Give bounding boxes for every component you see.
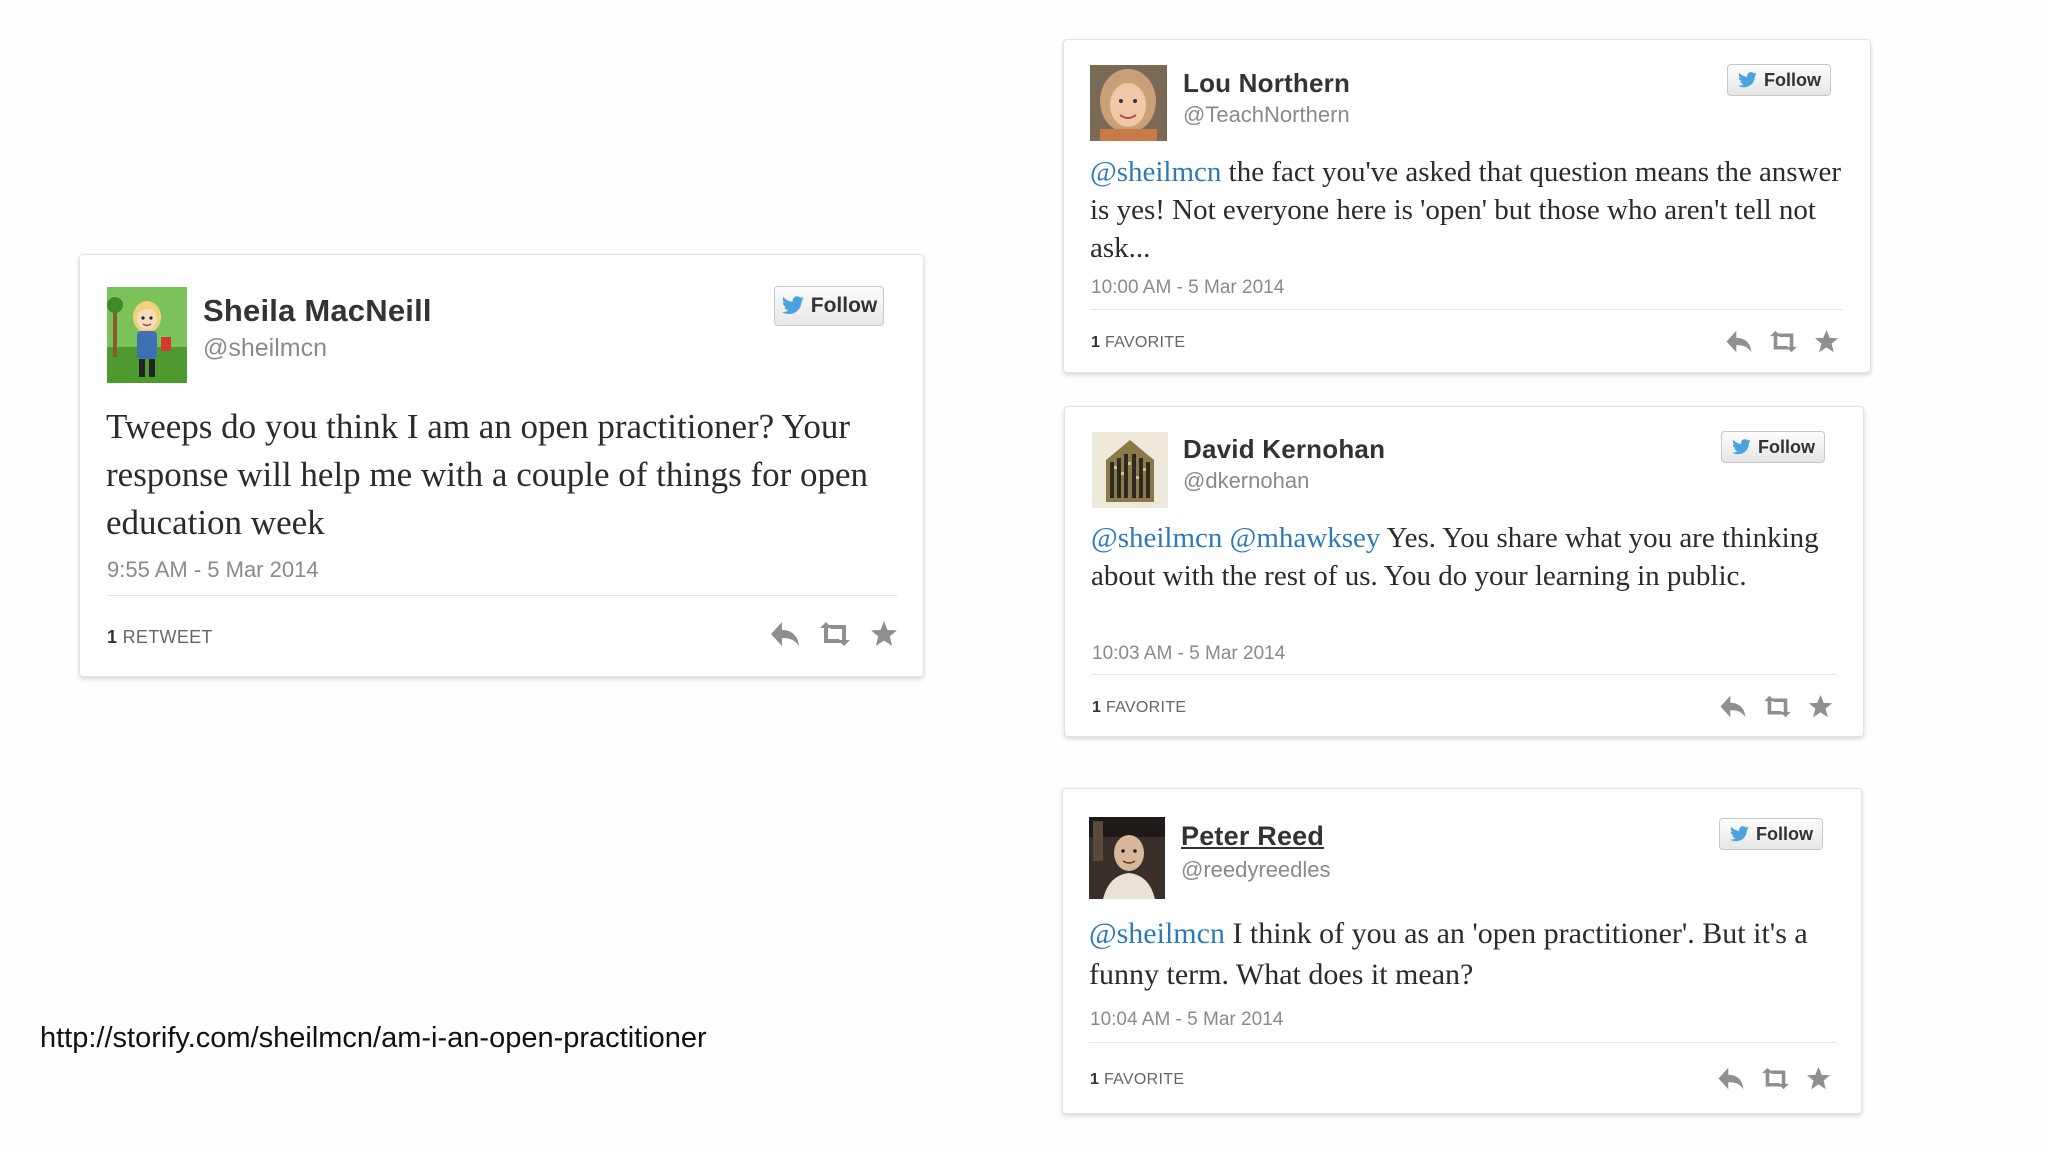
twitter-bird-icon: [1738, 71, 1757, 87]
follow-button[interactable]: Follow: [1721, 431, 1825, 463]
stat-count: 1: [1091, 334, 1101, 351]
tweet-card: David Kernohan @dkernohan Follow @sheilm…: [1064, 406, 1864, 737]
tweet-timestamp[interactable]: 10:03 AM - 5 Mar 2014: [1092, 643, 1285, 665]
follow-button[interactable]: Follow: [1719, 818, 1823, 850]
tweet-text: @sheilmcn @mhawksey Yes. You share what …: [1091, 519, 1843, 595]
author-name[interactable]: Sheila MacNeill: [203, 293, 432, 329]
tweet-card: Sheila MacNeill @sheilmcn Follow Tweeps …: [79, 254, 924, 677]
follow-label: Follow: [1758, 436, 1815, 457]
retweet-icon[interactable]: [1762, 694, 1793, 719]
reply-icon[interactable]: [1719, 694, 1747, 719]
stat-count: 1: [107, 627, 118, 647]
divider: [1090, 309, 1843, 310]
tweet-timestamp[interactable]: 9:55 AM - 5 Mar 2014: [107, 557, 319, 583]
author-handle[interactable]: @reedyreedles: [1181, 857, 1331, 883]
tweet-actions: [770, 620, 898, 648]
stat-count: 1: [1092, 699, 1102, 716]
author-name[interactable]: David Kernohan: [1183, 434, 1385, 465]
mention-link[interactable]: @sheilmcn: [1091, 522, 1222, 554]
tweet-text: @sheilmcn I think of you as an 'open pra…: [1089, 913, 1841, 995]
follow-label: Follow: [1756, 823, 1813, 844]
avatar[interactable]: [1089, 817, 1165, 899]
reply-icon[interactable]: [1725, 329, 1753, 354]
author-handle[interactable]: @TeachNorthern: [1183, 102, 1350, 128]
reply-icon[interactable]: [770, 620, 800, 648]
tweet-actions: [1725, 329, 1839, 354]
author-handle[interactable]: @dkernohan: [1183, 468, 1309, 494]
tweet-timestamp[interactable]: 10:04 AM - 5 Mar 2014: [1090, 1009, 1283, 1031]
star-icon[interactable]: [1808, 694, 1833, 719]
avatar[interactable]: [1092, 432, 1168, 508]
divider: [1089, 1042, 1837, 1043]
reply-icon[interactable]: [1717, 1066, 1745, 1091]
mention-link[interactable]: @sheilmcn: [1090, 156, 1221, 188]
author-name[interactable]: Lou Northern: [1183, 68, 1350, 99]
twitter-bird-icon: [781, 296, 804, 314]
cartoon-avatar-icon: [107, 287, 187, 383]
favorite-count[interactable]: 1 FAVORITE: [1092, 699, 1186, 717]
mention-link[interactable]: @sheilmcn: [1089, 917, 1225, 950]
follow-button[interactable]: Follow: [1727, 64, 1831, 96]
retweet-icon[interactable]: [818, 620, 852, 648]
stat-label: RETWEET: [122, 627, 213, 647]
portrait-photo-icon: [1089, 817, 1165, 899]
tweet-card: Lou Northern @TeachNorthern Follow @shei…: [1063, 39, 1871, 373]
favorite-count[interactable]: 1 FAVORITE: [1090, 1071, 1184, 1089]
building-icon: [1092, 432, 1168, 508]
author-handle[interactable]: @sheilmcn: [203, 334, 327, 363]
stat-label: FAVORITE: [1105, 699, 1187, 716]
divider: [1091, 674, 1837, 675]
divider: [107, 595, 898, 596]
star-icon[interactable]: [870, 620, 898, 648]
tweet-card: Peter Reed @reedyreedles Follow @sheilmc…: [1062, 788, 1862, 1114]
twitter-bird-icon: [1730, 825, 1749, 841]
follow-label: Follow: [1764, 69, 1821, 90]
stat-count: 1: [1090, 1071, 1100, 1088]
star-icon[interactable]: [1806, 1066, 1831, 1091]
tweet-actions: [1719, 694, 1833, 719]
author-name[interactable]: Peter Reed: [1181, 821, 1324, 852]
tweet-actions: [1717, 1066, 1831, 1091]
tweet-body: Tweeps do you think I am an open practit…: [106, 407, 869, 542]
retweet-count[interactable]: 1 RETWEET: [107, 627, 213, 648]
source-link[interactable]: http://storify.com/sheilmcn/am-i-an-open…: [40, 1022, 707, 1055]
portrait-photo-icon: [1090, 65, 1167, 141]
mention-link[interactable]: @mhawksey: [1230, 522, 1381, 554]
avatar[interactable]: [1090, 65, 1167, 141]
retweet-icon[interactable]: [1760, 1066, 1791, 1091]
stat-label: FAVORITE: [1103, 1071, 1185, 1088]
avatar[interactable]: [107, 287, 187, 383]
favorite-count[interactable]: 1 FAVORITE: [1091, 334, 1185, 352]
tweet-text: Tweeps do you think I am an open practit…: [106, 403, 896, 547]
star-icon[interactable]: [1814, 329, 1839, 354]
tweet-timestamp[interactable]: 10:00 AM - 5 Mar 2014: [1091, 277, 1284, 299]
stat-label: FAVORITE: [1104, 334, 1186, 351]
tweet-text: @sheilmcn the fact you've asked that que…: [1090, 153, 1850, 267]
twitter-bird-icon: [1732, 438, 1751, 454]
follow-button[interactable]: Follow: [774, 286, 884, 326]
follow-label: Follow: [810, 294, 878, 317]
retweet-icon[interactable]: [1768, 329, 1799, 354]
